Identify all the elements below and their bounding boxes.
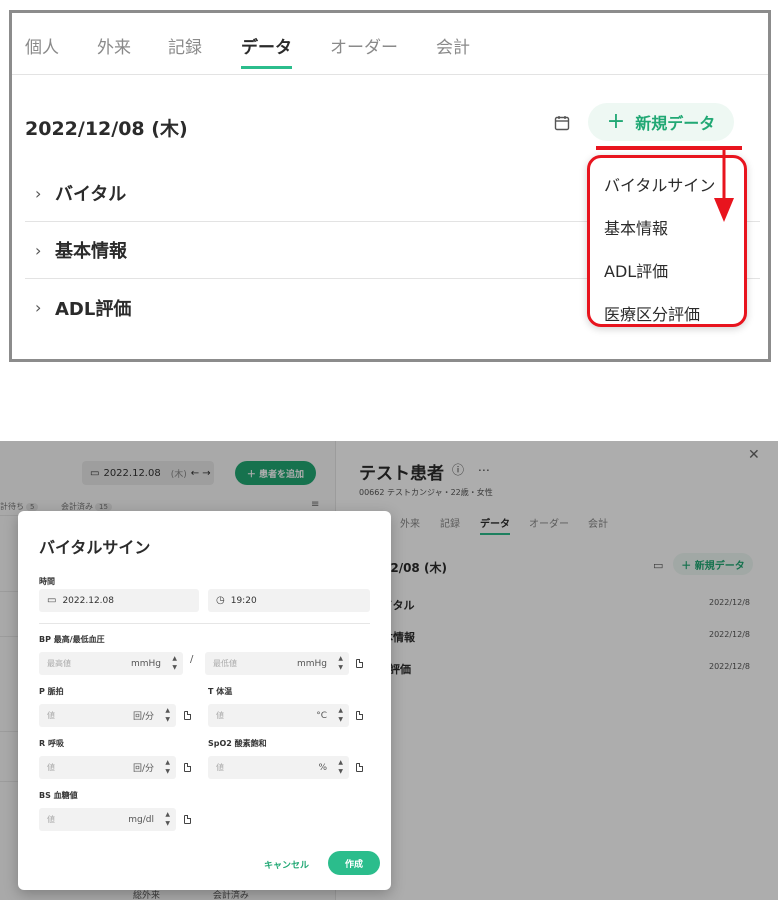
data-tab-panel: 個人 外来 記録 データ オーダー 会計 2022/12/08 (木) + 新規… [9, 10, 771, 362]
section-label: バイタル [55, 184, 127, 205]
bp-label: BP 最高/最低血圧 [39, 635, 105, 644]
unit: % [318, 762, 327, 773]
stepper-icon[interactable]: ▲ ▼ [172, 654, 177, 672]
resp-label: R 呼吸 [39, 739, 64, 748]
tab-data[interactable]: データ [241, 33, 292, 69]
document-icon[interactable] [184, 815, 191, 824]
bs-label: BS 血糖値 [39, 791, 78, 800]
bp-high-input[interactable]: 最高値 mmHg ▲ ▼ [39, 652, 183, 675]
unit: °C [316, 710, 327, 721]
new-data-label: 新規データ [635, 114, 716, 133]
tab-personal[interactable]: 個人 [25, 33, 59, 69]
arrow-down-icon [714, 146, 734, 222]
pulse-input[interactable]: 値 回/分 ▲ ▼ [39, 704, 176, 727]
chevron-right-icon: › [35, 240, 42, 260]
bp-low-input[interactable]: 最低値 mmHg ▲ ▼ [205, 652, 349, 675]
modal-title: バイタルサイン [39, 538, 151, 557]
create-button[interactable]: 作成 [328, 851, 380, 875]
new-data-button[interactable]: + 新規データ [588, 103, 734, 141]
stepper-icon[interactable]: ▲ ▼ [338, 758, 343, 776]
section-label: ADL評価 [55, 298, 132, 320]
dropdown-item-adl[interactable]: ADL評価 [604, 258, 668, 282]
placeholder: 値 [216, 763, 224, 772]
placeholder: 値 [216, 711, 224, 720]
document-icon[interactable] [184, 763, 191, 772]
pulse-label: P 脈拍 [39, 687, 64, 696]
tab-records[interactable]: 記録 [168, 33, 202, 69]
bs-input[interactable]: 値 mg/dl ▲ ▼ [39, 808, 176, 831]
time-value: 19:20 [230, 595, 257, 606]
temp-input[interactable]: 値 °C ▲ ▼ [208, 704, 349, 727]
time-field[interactable]: ◷ 19:20 [208, 589, 370, 612]
placeholder: 値 [47, 711, 55, 720]
dropdown-item-basic-info[interactable]: 基本情報 [604, 215, 668, 239]
unit: mmHg [130, 658, 161, 669]
plus-icon: + [606, 109, 626, 134]
stepper-icon[interactable]: ▲ ▼ [165, 758, 170, 776]
chevron-right-icon: › [35, 183, 42, 203]
date-value: 2022.12.08 [62, 595, 114, 606]
unit: 回/分 [132, 712, 154, 722]
placeholder: 最低値 [213, 659, 237, 668]
chevron-right-icon: › [35, 298, 42, 317]
spo2-input[interactable]: 値 % ▲ ▼ [208, 756, 349, 779]
placeholder: 値 [47, 763, 55, 772]
unit: 回/分 [132, 764, 154, 774]
vital-sign-dialog-screen: ▭ 2022.12.08 (木) ← → ＋ 患者を追加 計待ち 5 会計済み 15… [0, 441, 778, 900]
document-icon[interactable] [356, 763, 363, 772]
tab-outpatient[interactable]: 外来 [97, 33, 131, 69]
tab-billing[interactable]: 会計 [436, 33, 470, 69]
tab-orders[interactable]: オーダー [330, 33, 398, 69]
divider [39, 623, 370, 624]
stepper-icon[interactable]: ▲ ▼ [165, 706, 170, 724]
resp-input[interactable]: 値 回/分 ▲ ▼ [39, 756, 176, 779]
vital-sign-modal: バイタルサイン 時間 ▭ 2022.12.08 ◷ 19:20 BP 最高/最低… [18, 511, 391, 890]
unit: mg/dl [128, 814, 154, 825]
date-field[interactable]: ▭ 2022.12.08 [39, 589, 199, 612]
stepper-icon[interactable]: ▲ ▼ [338, 706, 343, 724]
section-label: 基本情報 [55, 241, 127, 262]
time-label: 時間 [39, 577, 55, 586]
document-icon[interactable] [184, 711, 191, 720]
placeholder: 最高値 [47, 659, 71, 668]
cancel-button[interactable]: キャンセル [264, 858, 309, 871]
date-heading: 2022/12/08 (木) [25, 118, 188, 140]
stepper-icon[interactable]: ▲ ▼ [338, 654, 343, 672]
spo2-label: SpO2 酸素飽和 [208, 739, 267, 748]
document-icon[interactable] [356, 659, 363, 668]
document-icon[interactable] [356, 711, 363, 720]
dropdown-item-medical-category[interactable]: 医療区分評価 [604, 301, 700, 325]
placeholder: 値 [47, 815, 55, 824]
calendar-icon: ▭ [47, 595, 57, 606]
unit: mmHg [296, 658, 327, 669]
bp-separator: / [190, 654, 194, 665]
temp-label: T 体温 [208, 687, 233, 696]
patient-tab-bar: 個人 外来 記録 データ オーダー 会計 [12, 13, 768, 75]
calendar-icon[interactable] [554, 115, 570, 131]
dropdown-item-vital-signs[interactable]: バイタルサイン [604, 172, 715, 196]
clock-icon: ◷ [216, 595, 225, 606]
stepper-icon[interactable]: ▲ ▼ [165, 810, 170, 828]
